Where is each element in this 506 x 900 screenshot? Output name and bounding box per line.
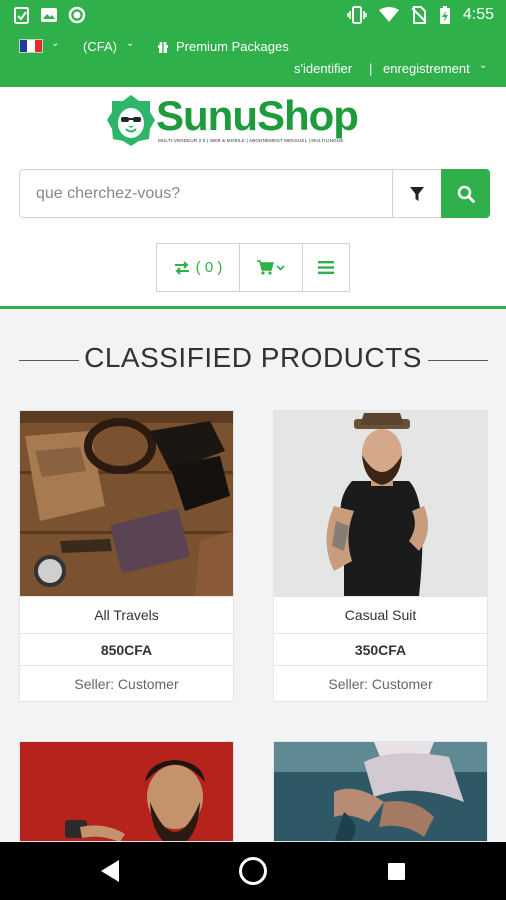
vibrate-icon: [347, 6, 367, 24]
lion-icon: [107, 95, 155, 146]
product-image[interactable]: [274, 411, 487, 596]
chevron-down-icon[interactable]: ⌄: [479, 60, 487, 71]
status-bar: 4:55: [0, 0, 506, 30]
divider: [428, 360, 488, 361]
france-flag-icon[interactable]: [19, 39, 43, 53]
search-button[interactable]: [441, 169, 490, 218]
search-bar: [19, 169, 490, 218]
premium-packages-label: Premium Packages: [176, 39, 289, 54]
product-card[interactable]: [273, 741, 488, 842]
chevron-down-icon[interactable]: ⌄: [51, 38, 59, 49]
section-title: CLASSIFIED PRODUCTS: [84, 342, 422, 373]
hamburger-menu-icon: [318, 261, 334, 274]
product-price: 850CFA: [20, 633, 233, 665]
clock-time: 4:55: [462, 6, 494, 23]
wifi-icon: [378, 7, 399, 23]
battery-charging-icon: [439, 5, 451, 25]
recent-apps-icon[interactable]: [388, 863, 405, 880]
product-card[interactable]: All Travels 850CFA Seller: Customer: [19, 410, 234, 702]
home-icon[interactable]: [239, 857, 267, 885]
toolbar: ( 0 ): [156, 243, 350, 292]
clipboard-check-icon: [14, 6, 30, 24]
product-price: 350CFA: [274, 633, 487, 665]
brand-logo[interactable]: SunuShop MULTI-VENDEUR 2.0 | WEB & MOBIL…: [100, 91, 406, 149]
search-input[interactable]: [20, 170, 392, 217]
brand-name: SunuShop: [156, 92, 359, 139]
cart-icon: [257, 260, 274, 275]
top-header: 4:55 ⌄ (CFA) ⌄ Premium Packages s'identi…: [0, 0, 506, 87]
menu-button[interactable]: [302, 243, 350, 292]
premium-packages-link[interactable]: Premium Packages: [157, 39, 289, 54]
chevron-down-icon: [276, 264, 285, 271]
product-name[interactable]: All Travels: [20, 596, 233, 633]
signin-link[interactable]: s'identifier: [294, 61, 352, 76]
cart-button[interactable]: [239, 243, 303, 292]
product-card[interactable]: [19, 741, 234, 842]
back-icon[interactable]: [99, 859, 121, 883]
separator: |: [369, 61, 373, 76]
product-name[interactable]: Casual Suit: [274, 596, 487, 633]
exchange-icon: [174, 260, 189, 275]
product-image[interactable]: [274, 742, 487, 841]
product-image[interactable]: [20, 411, 233, 596]
gift-icon: [157, 41, 169, 53]
brand-tagline: MULTI-VENDEUR 2.0 | WEB & MOBILE | ABONN…: [158, 138, 344, 143]
product-image[interactable]: [20, 742, 233, 841]
compare-count: ( 0 ): [195, 259, 223, 276]
header-panel: SunuShop MULTI-VENDEUR 2.0 | WEB & MOBIL…: [0, 87, 506, 309]
image-icon: [40, 7, 58, 23]
section-header: CLASSIFIED PRODUCTS: [0, 342, 506, 378]
product-seller: Seller: Customer: [20, 665, 233, 701]
filter-button[interactable]: [392, 170, 441, 217]
filter-icon: [410, 186, 424, 201]
chevron-down-icon[interactable]: ⌄: [126, 38, 134, 49]
register-link[interactable]: enregistrement: [383, 61, 470, 76]
search-icon: [457, 185, 475, 203]
product-seller: Seller: Customer: [274, 665, 487, 701]
compare-button[interactable]: ( 0 ): [156, 243, 240, 292]
product-card[interactable]: Casual Suit 350CFA Seller: Customer: [273, 410, 488, 702]
no-sim-icon: [411, 6, 427, 24]
currency-selector[interactable]: (CFA): [83, 39, 117, 54]
android-nav-bar: [0, 842, 506, 900]
circle-icon: [68, 6, 86, 24]
